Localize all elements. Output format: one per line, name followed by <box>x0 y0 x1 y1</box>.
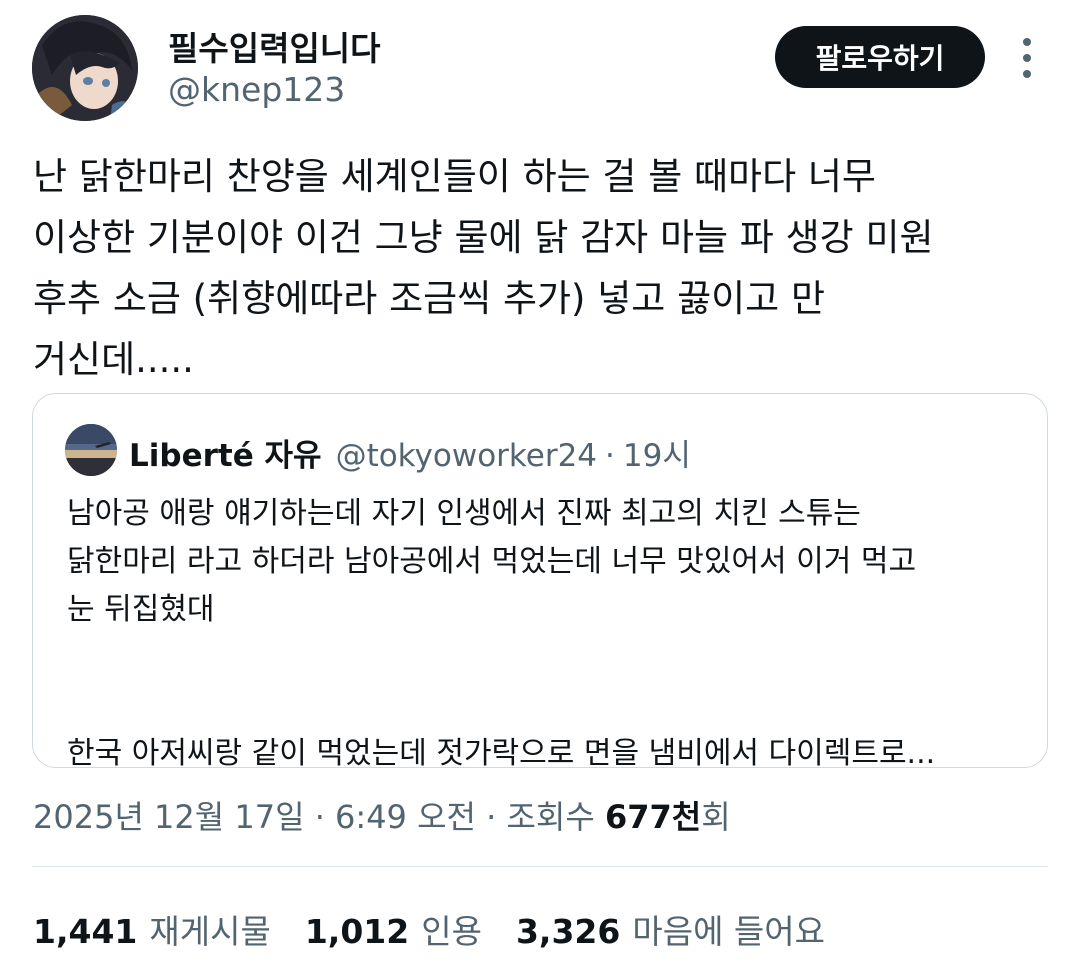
retweet-stat[interactable]: 1,441 재게시물 <box>33 905 271 953</box>
divider <box>32 866 1048 867</box>
like-count: 3,326 <box>515 912 621 951</box>
follow-button[interactable]: 팔로우하기 <box>775 26 985 88</box>
author-display-name[interactable]: 필수입력입니다 <box>168 22 381 70</box>
tweet-text-line: 거신데..... <box>33 338 194 381</box>
separator-dot: · <box>605 438 615 474</box>
view-count-suffix: 회 <box>701 798 731 836</box>
more-options-icon[interactable] <box>1012 38 1042 78</box>
tweet-page: 필수입력입니다 @knep123 팔로우하기 난 닭한마리 찬양을 세계인들이 … <box>0 0 1080 969</box>
author-avatar[interactable] <box>32 15 138 121</box>
retweet-count: 1,441 <box>33 912 138 951</box>
quoted-tweet-time[interactable]: 19시 <box>623 430 691 475</box>
retweet-label: 재게시물 <box>149 912 271 951</box>
view-count: 677천 <box>604 798 702 836</box>
quoted-tweet-text: 남아공 애랑 얘기하는데 자기 인생에서 진짜 최고의 치킨 스튜는 닭한마리 … <box>67 490 1027 778</box>
quoted-author-handle[interactable]: @tokyoworker24 <box>336 438 597 474</box>
tweet-timestamp[interactable]: 2025년 12월 17일 · 6:49 오전 · 조회수 <box>33 798 605 836</box>
quoted-avatar-image <box>65 424 117 476</box>
engagement-stats: 1,441 재게시물 1,012 인용 3,326 마음에 들어요 <box>33 905 859 953</box>
quote-count: 1,012 <box>304 912 410 951</box>
author-handle[interactable]: @knep123 <box>168 70 345 109</box>
quoted-author-avatar[interactable] <box>65 424 117 476</box>
quoted-tweet-header: Liberté 자유 @tokyoworker24 · 19시 <box>129 430 691 475</box>
quoted-text-line: 남아공 애랑 얘기하는데 자기 인생에서 진짜 최고의 치킨 스튜는 <box>67 496 861 531</box>
tweet-text-line: 후추 소금 (취향에따라 조금씩 추가) 넣고 끓이고 만 <box>33 277 825 320</box>
like-label: 마음에 들어요 <box>632 912 826 951</box>
quoted-text-line: 눈 뒤집혔대 <box>67 592 215 627</box>
tweet-text: 난 닭한마리 찬양을 세계인들이 하는 걸 볼 때마다 너무 이상한 기분이야 … <box>33 146 1043 390</box>
quote-stat[interactable]: 1,012 인용 <box>305 905 482 953</box>
like-stat[interactable]: 3,326 마음에 들어요 <box>516 905 825 953</box>
avatar-image <box>32 15 138 121</box>
tweet-metadata: 2025년 12월 17일 · 6:49 오전 · 조회수 677천회 <box>33 792 731 838</box>
quoted-author-name[interactable]: Liberté 자유 <box>129 430 322 475</box>
quoted-text-line: 닭한마리 라고 하더라 남아공에서 먹었는데 너무 맛있어서 이거 먹고 <box>67 544 917 579</box>
tweet-text-line: 난 닭한마리 찬양을 세계인들이 하는 걸 볼 때마다 너무 <box>33 155 876 198</box>
tweet-text-line: 이상한 기분이야 이건 그냥 물에 닭 감자 마늘 파 생강 미원 <box>33 216 934 259</box>
quote-label: 인용 <box>421 912 482 951</box>
quoted-text-line: 한국 아저씨랑 같이 먹었는데 젓가락으로 면을 냄비에서 다이렉트로... <box>67 736 936 771</box>
quoted-tweet-card[interactable]: Liberté 자유 @tokyoworker24 · 19시 남아공 애랑 얘… <box>32 393 1048 771</box>
